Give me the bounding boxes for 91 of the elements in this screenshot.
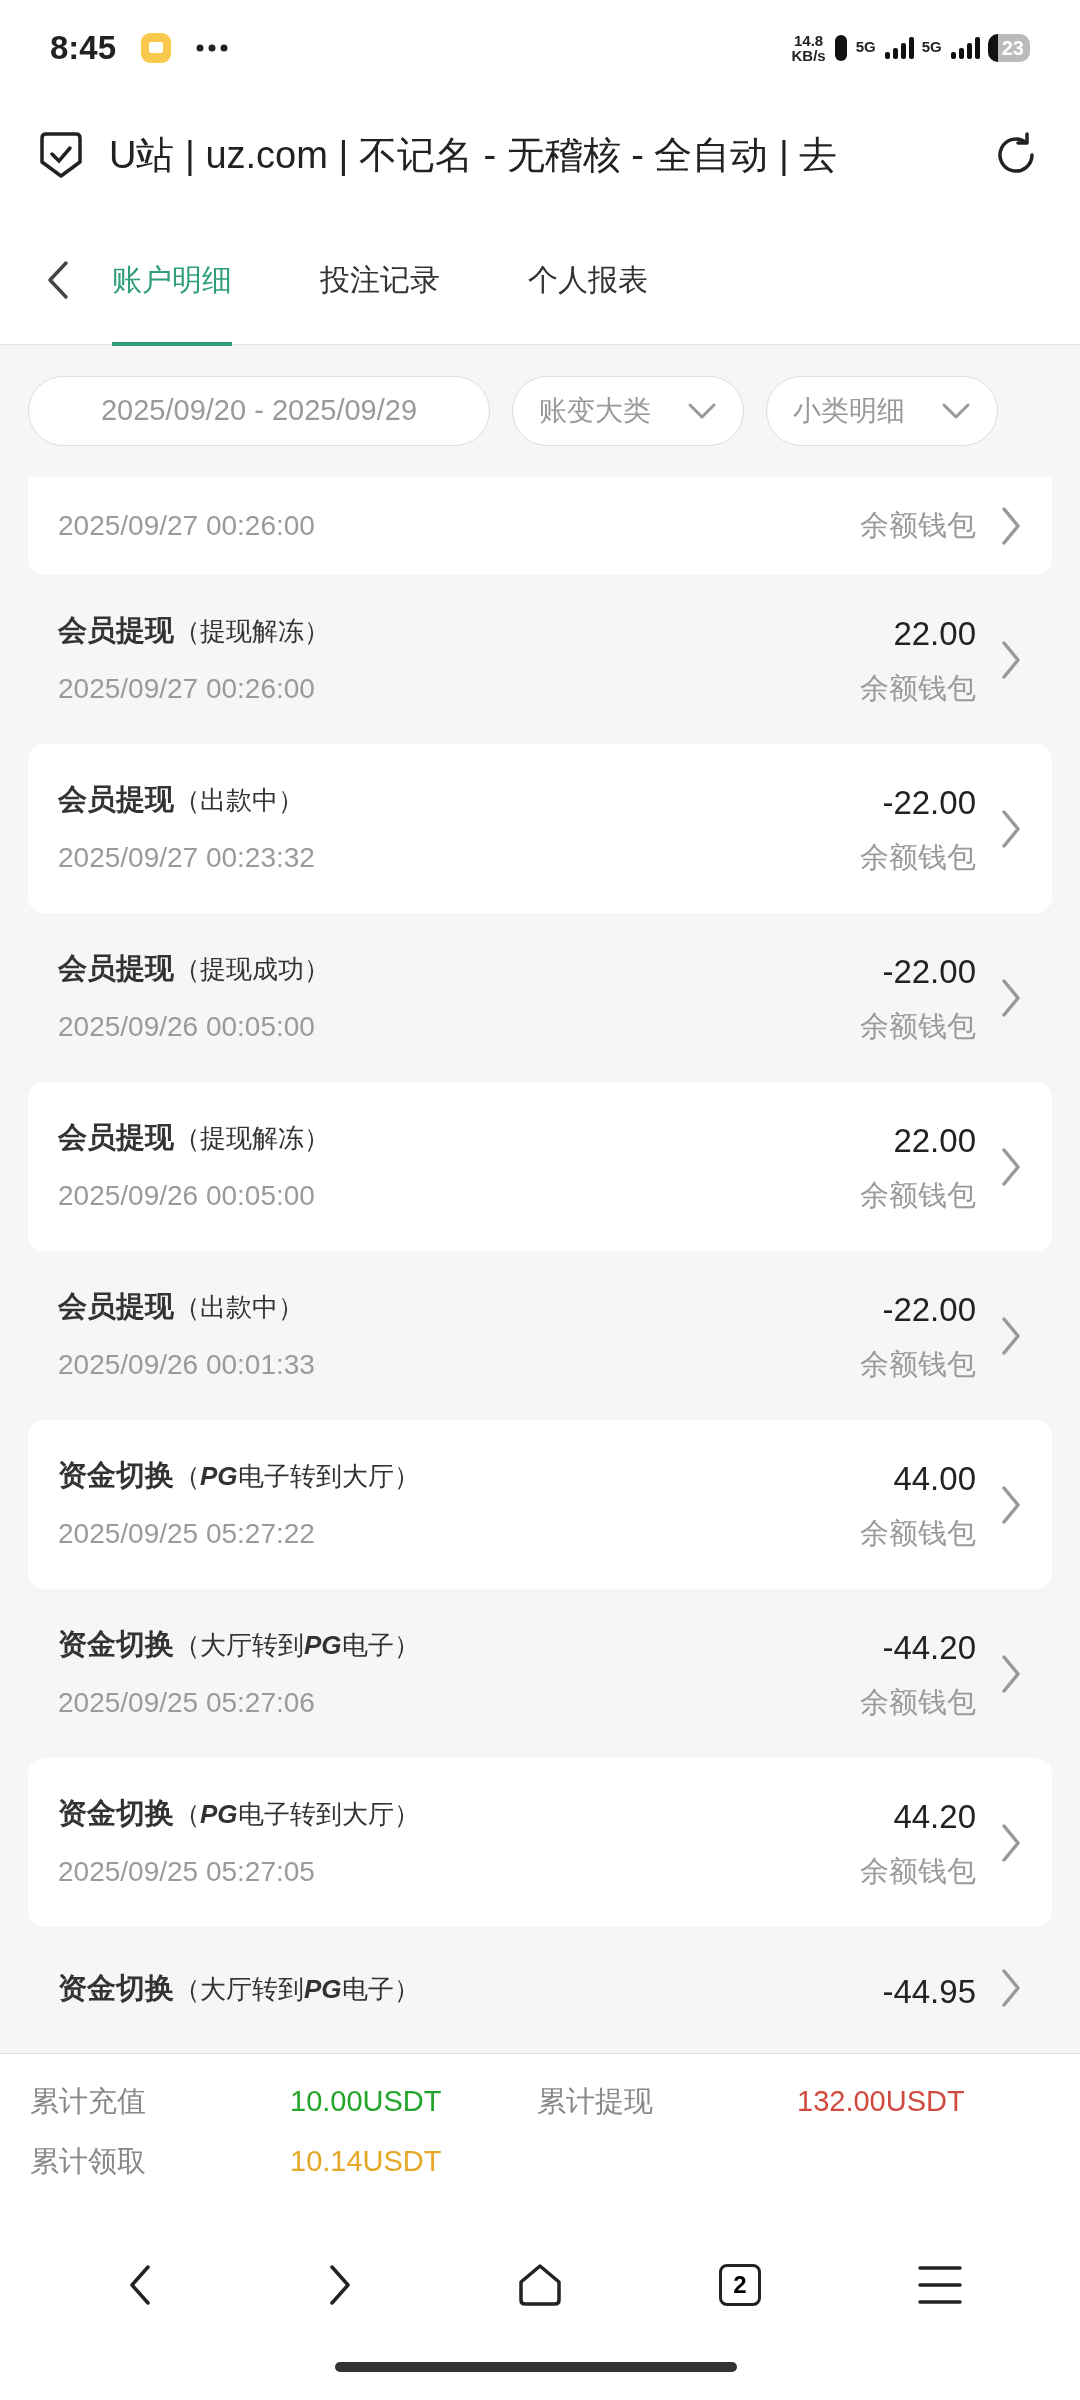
record-wallet: 余额钱包 — [860, 1346, 976, 1382]
back-icon — [46, 258, 70, 301]
chat-icon — [140, 31, 173, 64]
forward-icon — [328, 2263, 352, 2307]
summary-value: 10.14USDT — [290, 2144, 443, 2180]
record-amount: -22.00 — [882, 1290, 976, 1330]
record-time: 2025/09/25 05:27:22 — [58, 1517, 316, 1552]
record-wallet: 余额钱包 — [860, 508, 976, 544]
record-amount: 44.20 — [893, 1797, 976, 1837]
chevron-right-icon — [1000, 505, 1022, 547]
record-title: 会员提现 — [58, 781, 174, 817]
record-wallet: 余额钱包 — [860, 1684, 976, 1720]
page-title[interactable]: U站 | uz.com | 不记名 - 无稽核 - 全自动 | 去 — [109, 126, 967, 184]
record-wallet: 余额钱包 — [860, 670, 976, 706]
record-row[interactable]: 资金切换（PG电子转到大厅） 2025/09/25 05:27:22 44.00 余额钱包 — [28, 1420, 1052, 1589]
record-wallet: 余额钱包 — [860, 1008, 976, 1044]
network-type: 5G — [855, 37, 876, 58]
chevron-right-icon — [1000, 1314, 1022, 1357]
record-note: （大厅转到PG电子） — [174, 1973, 420, 2006]
battery-indicator: 23 — [987, 33, 1030, 62]
record-amount: -44.20 — [882, 1628, 976, 1668]
record-time: 2025/09/26 00:05:00 — [58, 1179, 316, 1214]
record-time: 2025/09/27 00:23:32 — [58, 841, 316, 876]
record-amount: 44.00 — [893, 1459, 976, 1499]
chevron-right-icon — [1000, 1967, 1022, 2009]
home-icon — [517, 2262, 563, 2308]
network-type: 5G — [921, 37, 942, 58]
chevron-down-icon — [687, 402, 717, 420]
record-title: 资金切换 — [58, 1971, 174, 2006]
record-time: 2025/09/26 00:05:00 — [58, 1010, 316, 1045]
record-title: 会员提现 — [58, 1288, 174, 1324]
record-row[interactable]: 资金切换（大厅转到PG电子） 2025/09/25 05:27:06 -44.20 余额钱包 — [28, 1589, 1052, 1758]
record-row[interactable]: 会员提现（提现解冻） 2025/09/26 00:05:00 22.00 余额钱包 — [28, 1082, 1052, 1251]
record-wallet: 余额钱包 — [860, 839, 976, 875]
record-note: （PG电子转到大厅） — [174, 1797, 420, 1831]
chevron-right-icon — [1000, 976, 1022, 1019]
record-note: （出款中） — [174, 1290, 304, 1324]
record-amount: -22.00 — [882, 952, 976, 992]
chevron-right-icon — [1000, 807, 1022, 850]
chevron-down-icon — [941, 402, 971, 420]
record-note: （大厅转到PG电子） — [174, 1628, 420, 1662]
record-amount: 22.00 — [893, 1121, 976, 1161]
record-amount: -22.00 — [882, 783, 976, 823]
more-icon — [196, 43, 229, 52]
shield-check-icon[interactable] — [38, 130, 84, 180]
chevron-right-icon — [1000, 1145, 1022, 1188]
chevron-right-icon — [1000, 638, 1022, 681]
record-time: 2025/09/26 00:01:33 — [58, 1348, 316, 1383]
record-title: 资金切换 — [58, 1626, 174, 1662]
tab[interactable]: 投注记录 — [320, 214, 440, 345]
record-row[interactable]: 资金切换（PG电子转到大厅） 2025/09/25 05:27:05 44.20 余额钱包 — [28, 1758, 1052, 1927]
summary-value: 132.00USDT — [797, 2084, 966, 2120]
tab[interactable]: 个人报表 — [528, 214, 648, 345]
summary-label: 累计提现 — [537, 2084, 654, 2120]
record-note: （提现解冻） — [174, 1121, 330, 1155]
menu-icon — [917, 2264, 963, 2306]
signal-icon — [883, 35, 914, 60]
record-time: 2025/09/27 00:26:00 — [58, 509, 316, 543]
summary-label: 累计充值 — [30, 2084, 147, 2120]
record-title: 会员提现 — [58, 1119, 174, 1155]
record-row[interactable]: 会员提现（出款中） 2025/09/27 00:23:32 -22.00 余额钱包 — [28, 744, 1052, 913]
record-wallet: 余额钱包 — [860, 1177, 976, 1213]
status-time: 8:45 — [50, 27, 117, 68]
record-wallet: 余额钱包 — [860, 1515, 976, 1551]
signal-icon — [949, 35, 980, 60]
record-row[interactable]: 会员提现（出款中） 2025/09/26 00:01:33 -22.00 余额钱包 — [28, 1251, 1052, 1420]
network-speed: 14.8 KB/s — [791, 32, 826, 63]
record-row[interactable]: 会员提现（提现解冻） 2025/09/27 00:26:00 22.00 余额钱包 — [28, 575, 1052, 744]
summary-label: 累计领取 — [30, 2144, 147, 2180]
record-time: 2025/09/27 00:26:00 — [58, 672, 316, 707]
record-note: （PG电子转到大厅） — [174, 1459, 420, 1493]
record-title: 会员提现 — [58, 612, 174, 648]
back-icon — [128, 2263, 152, 2307]
record-title: 会员提现 — [58, 950, 174, 986]
record-note: （提现解冻） — [174, 614, 330, 648]
tabs-button[interactable]: 2 — [710, 2255, 770, 2315]
record-time: 2025/09/25 05:27:06 — [58, 1686, 316, 1721]
record-title: 资金切换 — [58, 1457, 174, 1493]
record-row[interactable]: 会员提现（提现成功） 2025/09/26 00:05:00 -22.00 余额钱包 — [28, 913, 1052, 1082]
chevron-right-icon — [1000, 1483, 1022, 1526]
chevron-right-icon — [1000, 1821, 1022, 1864]
record-wallet: 余额钱包 — [860, 1853, 976, 1889]
record-time: 2025/09/25 05:27:05 — [58, 1855, 316, 1890]
summary-value: 10.00USDT — [290, 2084, 443, 2120]
record-amount: -44.95 — [882, 1972, 976, 2012]
record-row[interactable]: 资金切换（大厅转到PG电子） -44.95 — [28, 1927, 1052, 2053]
record-note: （出款中） — [174, 783, 304, 817]
chevron-right-icon — [1000, 1652, 1022, 1695]
record-amount: 22.00 — [893, 614, 976, 654]
record-note: （提现成功） — [174, 952, 330, 986]
record-title: 资金切换 — [58, 1795, 174, 1831]
